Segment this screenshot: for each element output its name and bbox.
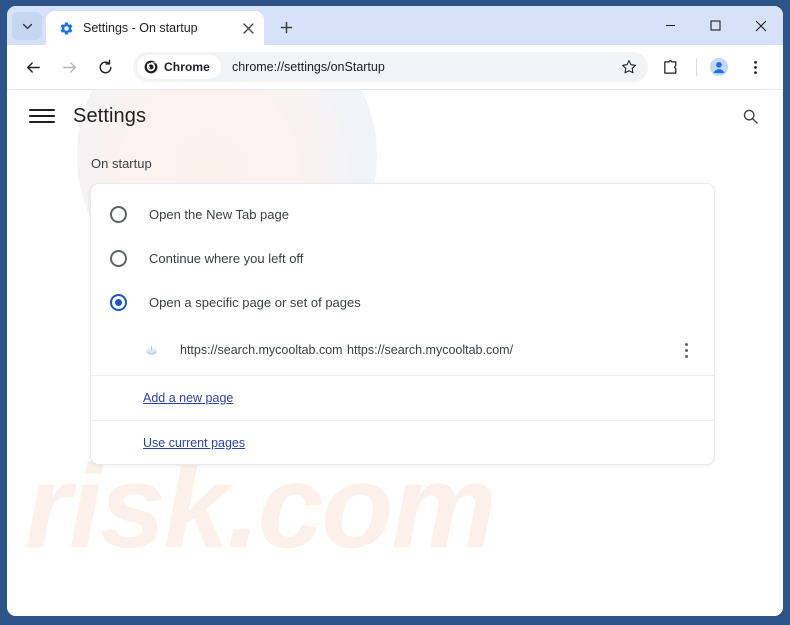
browser-window: Settings - On startup Chrome chrome://se…	[7, 6, 783, 616]
back-button[interactable]	[17, 51, 49, 83]
radio-button[interactable]	[110, 205, 127, 223]
browser-menu-button[interactable]	[739, 51, 771, 83]
use-current-pages-link[interactable]: Use current pages	[143, 436, 245, 450]
close-icon	[755, 20, 766, 31]
tab-strip: Settings - On startup	[7, 6, 783, 45]
minimize-icon	[666, 24, 675, 27]
address-bar[interactable]: Chrome chrome://settings/onStartup	[133, 52, 648, 82]
add-new-page-link[interactable]: Add a new page	[143, 391, 233, 405]
maximize-button[interactable]	[693, 10, 738, 42]
forward-button[interactable]	[53, 51, 85, 83]
chrome-chip-label: Chrome	[164, 60, 210, 74]
three-dot-menu-icon	[684, 348, 688, 352]
use-current-pages-row[interactable]: Use current pages	[91, 420, 714, 464]
minimize-button[interactable]	[648, 10, 693, 42]
plus-icon	[280, 21, 292, 33]
three-dot-menu-icon	[753, 60, 757, 74]
radio-button-selected[interactable]	[110, 293, 127, 311]
startup-option-new-tab[interactable]: Open the New Tab page	[91, 192, 714, 236]
star-icon	[622, 60, 636, 74]
gear-icon	[58, 20, 74, 36]
reload-button[interactable]	[89, 51, 121, 83]
arrow-back-icon	[26, 61, 40, 73]
three-dot-menu-icon	[684, 342, 688, 346]
window-controls	[648, 6, 783, 45]
startup-option-label: Open a specific page or set of pages	[149, 294, 361, 310]
hamburger-menu-icon[interactable]	[29, 103, 55, 129]
settings-page: PC risk.com Settings On startup	[7, 90, 783, 616]
on-startup-card: Open the New Tab page Continue where you…	[90, 183, 715, 465]
settings-header: Settings	[7, 90, 783, 142]
tab-title: Settings - On startup	[83, 21, 198, 35]
tab-settings[interactable]: Settings - On startup	[46, 11, 264, 45]
startup-option-label: Open the New Tab page	[149, 206, 289, 222]
startup-page-name: https://search.mycooltab.com	[180, 342, 343, 357]
close-icon[interactable]	[238, 18, 258, 38]
reload-icon	[99, 59, 111, 73]
arrow-forward-icon	[62, 61, 76, 73]
startup-page-row: https://search.mycooltab.com https://sea…	[91, 327, 714, 376]
startup-page-menu-button[interactable]	[674, 336, 698, 364]
chevron-down-icon	[22, 23, 32, 29]
watermark-site: risk.com	[25, 441, 496, 573]
three-dot-menu-icon	[684, 354, 688, 358]
profile-avatar-icon	[709, 57, 729, 77]
startup-option-specific-pages[interactable]: Open a specific page or set of pages	[91, 280, 714, 324]
extensions-button[interactable]	[654, 51, 686, 83]
puzzle-piece-icon	[663, 59, 676, 74]
bookmark-button[interactable]	[616, 54, 642, 80]
site-favicon-icon	[143, 342, 159, 358]
startup-option-label: Continue where you left off	[149, 250, 304, 266]
url-text[interactable]: chrome://settings/onStartup	[232, 60, 616, 74]
settings-search-button[interactable]	[735, 101, 765, 131]
radio-button[interactable]	[110, 249, 127, 267]
startup-page-url: https://search.mycooltab.com/	[347, 342, 514, 357]
startup-page-texts: https://search.mycooltab.com https://sea…	[180, 341, 674, 360]
section-label: On startup	[91, 156, 152, 171]
chrome-chip: Chrome	[137, 55, 221, 79]
search-icon	[743, 109, 758, 124]
browser-toolbar: Chrome chrome://settings/onStartup	[7, 45, 783, 90]
tab-search-button[interactable]	[12, 12, 42, 40]
window-frame: Settings - On startup Chrome chrome://se…	[0, 0, 790, 625]
chrome-logo-icon	[144, 60, 158, 74]
new-tab-button[interactable]	[272, 13, 300, 41]
close-window-button[interactable]	[738, 10, 783, 42]
page-title: Settings	[73, 104, 147, 127]
profile-button[interactable]	[703, 51, 735, 83]
startup-option-continue[interactable]: Continue where you left off	[91, 236, 714, 280]
add-new-page-row[interactable]: Add a new page	[91, 376, 714, 420]
toolbar-divider	[696, 58, 697, 76]
maximize-icon	[710, 20, 721, 31]
